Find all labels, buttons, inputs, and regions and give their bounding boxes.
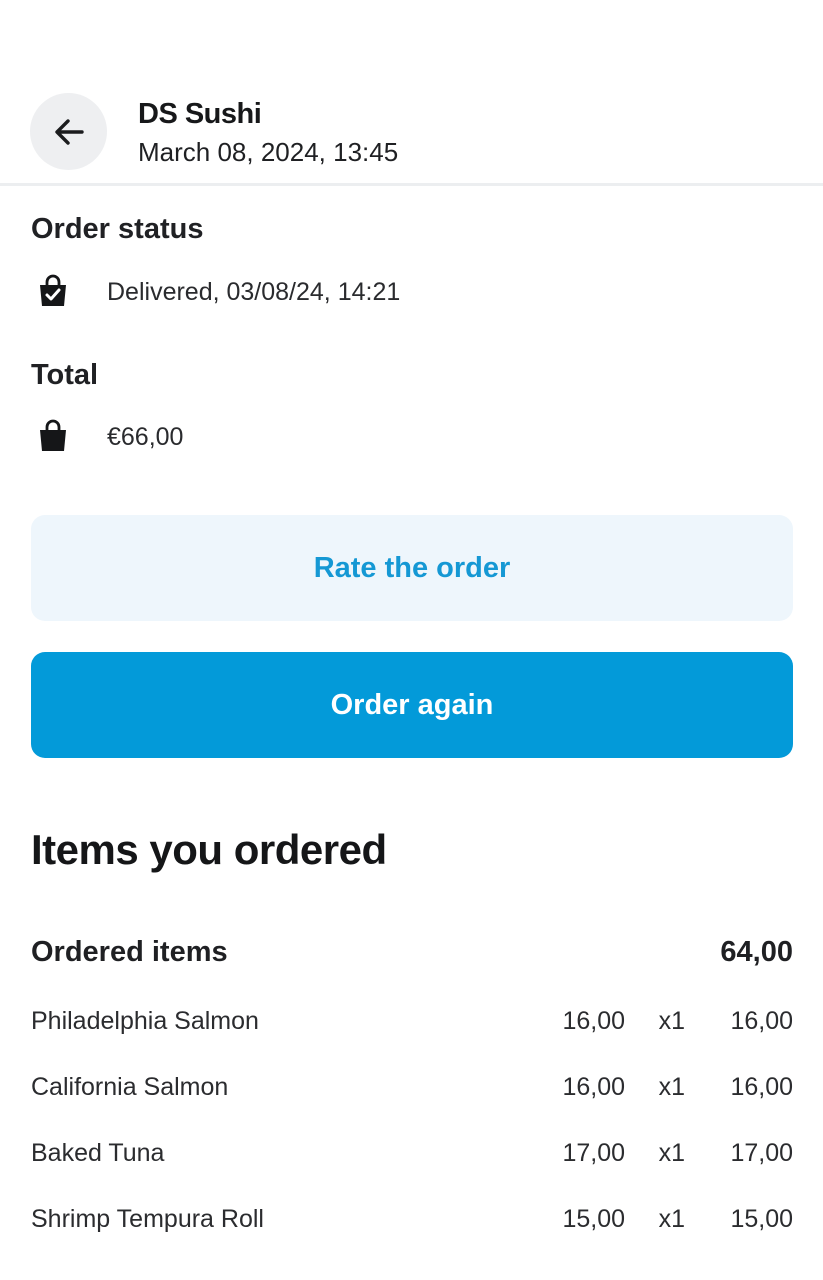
order-status-title: Order status [31,213,204,245]
item-subtotal: 16,00 [730,1007,793,1035]
item-price: 15,00 [562,1205,625,1233]
item-subtotal: 17,00 [730,1139,793,1167]
item-price: 16,00 [562,1007,625,1035]
item-price: 17,00 [562,1139,625,1167]
rate-order-button[interactable]: Rate the order [31,515,793,621]
bag-check-icon [40,274,66,306]
item-row: Baked Tuna 17,00 x1 17,00 [31,1139,793,1179]
items-heading: Items you ordered [31,826,387,873]
item-name: Baked Tuna [31,1139,165,1167]
arrow-left-icon [55,119,84,145]
order-status-text: Delivered, 03/08/24, 14:21 [107,278,401,306]
item-row: Shrimp Tempura Roll 15,00 x1 15,00 [31,1205,793,1245]
bag-icon [40,419,66,451]
restaurant-name: DS Sushi [138,98,262,130]
order-again-button[interactable]: Order again [31,652,793,758]
item-row: Philadelphia Salmon 16,00 x1 16,00 [31,1007,793,1047]
total-title: Total [31,359,99,391]
item-name: California Salmon [31,1073,229,1101]
item-row: California Salmon 16,00 x1 16,00 [31,1073,793,1113]
item-name: Shrimp Tempura Roll [31,1205,264,1233]
item-subtotal: 16,00 [730,1073,793,1101]
item-quantity: x1 [658,1007,685,1035]
ordered-items-total: 64,00 [720,936,793,968]
back-button[interactable] [30,93,107,170]
ordered-items-summary: Ordered items 64,00 [31,936,793,976]
item-quantity: x1 [658,1073,685,1101]
item-name: Philadelphia Salmon [31,1007,259,1035]
ordered-items-label: Ordered items [31,936,228,968]
item-price: 16,00 [562,1073,625,1101]
item-quantity: x1 [658,1205,685,1233]
total-value: €66,00 [107,423,184,451]
order-date: March 08, 2024, 13:45 [138,137,399,167]
order-header: DS Sushi March 08, 2024, 13:45 [0,0,823,186]
item-subtotal: 15,00 [730,1205,793,1233]
item-quantity: x1 [658,1139,685,1167]
